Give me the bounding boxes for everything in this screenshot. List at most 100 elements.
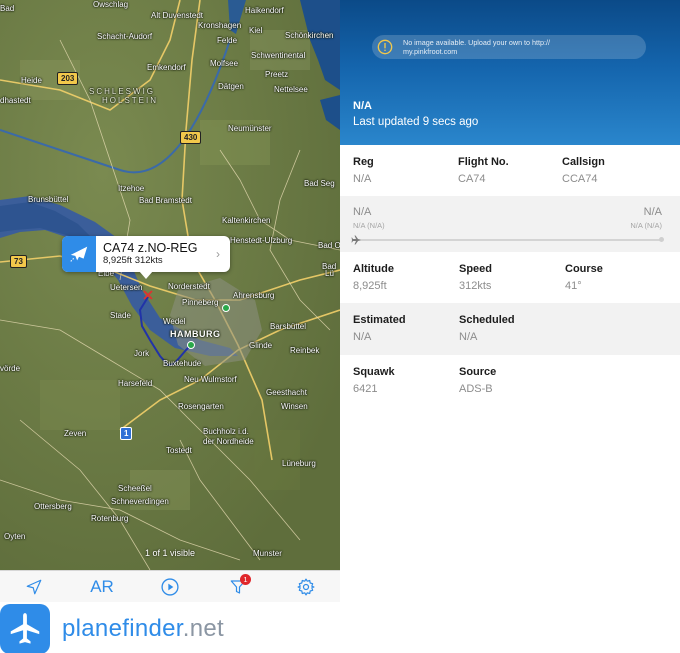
- place-schacht-audorf: Schacht-Audorf: [97, 32, 153, 41]
- place-winsen: Winsen: [281, 402, 308, 411]
- place-neu-wulmstorf: Neu Wulmstorf: [184, 375, 237, 384]
- filter-badge: 1: [240, 573, 251, 585]
- place-rosengarten: Rosengarten: [178, 402, 224, 411]
- bottom-tab-bar: AR 1: [0, 570, 340, 602]
- flight-map[interactable]: Owschlag Alt Duvenstedt Haikendorf Krons…: [0, 0, 340, 570]
- gear-icon: [297, 578, 315, 595]
- place-reinbek: Reinbek: [290, 346, 320, 355]
- place-kaltenkirchen: Kaltenkirchen: [222, 216, 271, 225]
- play-circle-icon: [161, 577, 179, 596]
- reg-label: Reg: [353, 156, 374, 168]
- place-felde: Felde: [217, 36, 238, 45]
- brand-word: planefinder: [62, 615, 183, 642]
- place-tostedt: Tostedt: [166, 446, 192, 455]
- origin-code: N/A: [353, 206, 372, 218]
- place-bad-bramstedt: Bad Bramstedt: [139, 196, 192, 205]
- place-pinneberg: Pinneberg: [182, 298, 219, 307]
- notice-text: No image available. Upload your own to h…: [403, 38, 551, 56]
- estimated-value: N/A: [353, 331, 372, 343]
- tab-location[interactable]: [14, 572, 54, 602]
- airplane-icon: [62, 236, 96, 272]
- scheduled-value: N/A: [459, 331, 478, 343]
- place-barsbuttel: Barsbüttel: [270, 322, 307, 331]
- place-preetz: Preetz: [265, 70, 289, 79]
- destination-dot: [659, 237, 664, 242]
- source-label: Source: [459, 366, 497, 378]
- altitude-value: 8,925ft: [353, 280, 387, 292]
- place-lubeck: Lü: [325, 269, 334, 278]
- place-buxtehude: Buxtehude: [163, 359, 202, 368]
- place-henstedt-ulzburg: Henstedt-Ulzburg: [230, 236, 293, 245]
- place-owschlag: Owschlag: [93, 0, 129, 9]
- tab-playback[interactable]: [150, 572, 190, 602]
- flight-callout[interactable]: CA74 z.NO-REG 8,925ft 312kts ›: [62, 236, 230, 272]
- route-track: [361, 239, 661, 241]
- place-jork: Jork: [134, 349, 150, 358]
- region-label-schleswig: SCHLESWIG: [89, 87, 156, 96]
- callsign-value: CCA74: [562, 173, 598, 185]
- place-bad-o: Bad O: [318, 241, 340, 250]
- place-norderstedt: Norderstedt: [168, 282, 210, 291]
- place-itzehoe: Itzehoe: [118, 184, 145, 193]
- place-bad-segeberg: Bad Seg: [304, 179, 335, 188]
- origin-detail: N/A (N/A): [353, 221, 385, 230]
- estimated-label: Estimated: [353, 314, 406, 326]
- tab-ar-label: AR: [90, 576, 114, 596]
- place-glinde: Glinde: [249, 341, 273, 350]
- speed-value: 312kts: [459, 280, 492, 292]
- place-harsefeld: Harsefeld: [118, 379, 153, 388]
- location-arrow-icon: [26, 579, 42, 594]
- tab-filter[interactable]: 1: [218, 572, 258, 602]
- place-buchholz-2: der Nordheide: [203, 437, 254, 446]
- flight-no-label: Flight No.: [458, 156, 509, 168]
- reg-value: N/A: [353, 173, 372, 185]
- callout-pointer: [139, 271, 153, 279]
- course-label: Course: [565, 263, 603, 275]
- visible-count: 1 of 1 visible: [144, 548, 196, 558]
- place-schneverdingen: Schneverdingen: [111, 497, 169, 506]
- place-dahstedt: dhastedt: [0, 96, 31, 105]
- flight-details-panel[interactable]: No image available. Upload your own to h…: [340, 0, 680, 653]
- squawk-value: 6421: [353, 383, 378, 395]
- course-value: 41°: [565, 280, 582, 292]
- altitude-label: Altitude: [353, 263, 394, 275]
- road-shield-73: 73: [10, 255, 27, 268]
- info-circle-icon: [377, 39, 393, 55]
- place-haikendorf: Haikendorf: [245, 6, 284, 15]
- place-neumunster: Neumünster: [228, 124, 272, 133]
- road-shield-1: 1: [120, 427, 133, 440]
- detail-row-performance: Altitude 8,925ft Speed 312kts Course 41°: [340, 252, 680, 303]
- tab-ar[interactable]: AR: [82, 572, 122, 602]
- place-schonkirchen: Schönkirchen: [285, 31, 334, 40]
- aircraft-type: N/A: [353, 100, 372, 112]
- details-header: No image available. Upload your own to h…: [340, 0, 680, 145]
- squawk-label: Squawk: [353, 366, 395, 378]
- brand-wordmark: planefinder.net: [62, 615, 224, 643]
- place-kronshagen: Kronshagen: [198, 21, 242, 30]
- destination-code: N/A: [643, 206, 662, 218]
- no-image-notice[interactable]: No image available. Upload your own to h…: [372, 35, 646, 59]
- chevron-right-icon[interactable]: ›: [216, 247, 230, 261]
- speed-label: Speed: [459, 263, 493, 275]
- place-bad-left: Bad: [0, 4, 15, 13]
- brand-tld: .net: [182, 615, 224, 642]
- place-stade: Stade: [110, 311, 131, 320]
- place-wedel: Wedel: [163, 317, 186, 326]
- place-molfsee: Molfsee: [210, 59, 239, 68]
- region-label-holstein: HOLSTEIN: [102, 96, 159, 105]
- place-buchholz: Buchholz i.d.: [203, 427, 249, 436]
- tab-settings[interactable]: [286, 572, 326, 602]
- place-uetersen: Uetersen: [110, 283, 143, 292]
- detail-row-times: Estimated N/A Scheduled N/A: [340, 303, 680, 355]
- place-geesthacht: Geesthacht: [266, 388, 307, 397]
- place-schwentinental: Schwentinental: [251, 51, 306, 60]
- callout-title: CA74 z.NO-REG: [103, 241, 198, 255]
- place-heide: Heide: [21, 76, 42, 85]
- place-hamburg: HAMBURG: [170, 329, 221, 339]
- road-shield-203: 203: [57, 72, 79, 85]
- road-shield-430: 430: [180, 131, 202, 144]
- place-brunsbuttel: Brunsbüttel: [28, 195, 69, 204]
- place-luneburg: Lüneburg: [282, 459, 316, 468]
- brand-footer: planefinder.net: [0, 602, 340, 653]
- place-nettelsee: Nettelsee: [274, 85, 308, 94]
